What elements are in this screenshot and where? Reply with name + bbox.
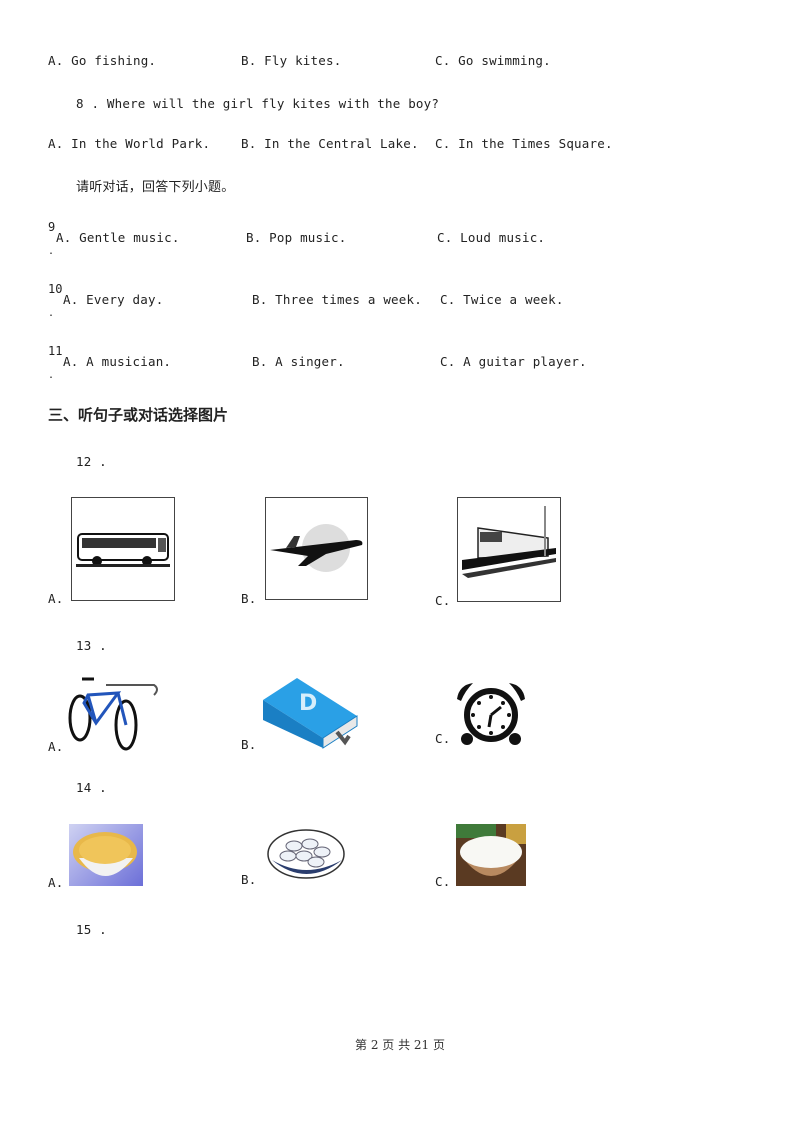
q9-dot: . bbox=[48, 246, 55, 257]
q13-image-bicycle[interactable] bbox=[66, 673, 161, 753]
page-number: 第 2 页 共 21 页 bbox=[355, 1038, 445, 1052]
airplane-icon bbox=[270, 524, 363, 572]
q12-image-bus[interactable] bbox=[71, 497, 175, 601]
dumplings-plate-icon bbox=[267, 829, 345, 879]
q14-image-noodles[interactable] bbox=[69, 824, 143, 886]
q14-label-c: C. bbox=[435, 874, 451, 889]
q7-option-c: C. Go swimming. bbox=[435, 53, 551, 68]
alarm-clock-icon bbox=[457, 683, 525, 745]
q13-image-alarm-clock[interactable] bbox=[455, 681, 527, 745]
bus-icon bbox=[76, 533, 170, 567]
q11-number: 11 bbox=[48, 344, 63, 358]
q13-image-dictionary[interactable]: D bbox=[261, 676, 359, 750]
q14-number: 14 . bbox=[76, 780, 107, 795]
q12-number: 12 . bbox=[76, 454, 107, 469]
q8-option-b: B. In the Central Lake. bbox=[241, 136, 419, 151]
listening-instruction: 请听对话，回答下列小题。 bbox=[76, 180, 235, 195]
q14-image-dumplings[interactable] bbox=[264, 826, 346, 882]
rice-bowl-icon bbox=[456, 824, 526, 876]
q12-label-a: A. bbox=[48, 591, 64, 606]
q11-dot: . bbox=[48, 370, 55, 381]
train-icon bbox=[462, 506, 556, 578]
svg-text:D: D bbox=[299, 691, 317, 716]
q11-option-c: C. A guitar player. bbox=[440, 354, 587, 369]
q12-image-train[interactable] bbox=[457, 497, 561, 602]
q9-option-a: A. Gentle music. bbox=[56, 230, 180, 245]
q12-label-b: B. bbox=[241, 591, 257, 606]
q11-option-b: B. A singer. bbox=[252, 354, 345, 369]
q13-label-b: B. bbox=[241, 737, 257, 752]
q10-option-c: C. Twice a week. bbox=[440, 292, 564, 307]
q12-image-airplane[interactable] bbox=[265, 497, 368, 600]
noodles-bowl-icon bbox=[73, 832, 137, 876]
q8-option-a: A. In the World Park. bbox=[48, 136, 211, 151]
q9-option-b: B. Pop music. bbox=[246, 230, 347, 245]
q13-number: 13 . bbox=[76, 638, 107, 653]
q10-number: 10 bbox=[48, 282, 63, 296]
q8-option-c: C. In the Times Square. bbox=[435, 136, 613, 151]
dictionary-icon: D bbox=[263, 678, 358, 749]
q14-label-a: A. bbox=[48, 875, 64, 890]
q7-option-b: B. Fly kites. bbox=[241, 53, 342, 68]
q8-question: 8 . Where will the girl fly kites with t… bbox=[76, 96, 440, 111]
q12-label-c: C. bbox=[435, 593, 451, 608]
q14-label-b: B. bbox=[241, 872, 257, 887]
section-3-title: 三、听句子或对话选择图片 bbox=[48, 406, 229, 424]
q10-option-a: A. Every day. bbox=[63, 292, 164, 307]
q9-option-c: C. Loud music. bbox=[437, 230, 546, 245]
bicycle-icon bbox=[68, 677, 158, 751]
q15-number: 15 . bbox=[76, 922, 107, 937]
q9-number: 9 bbox=[48, 220, 56, 234]
q7-option-a: A. Go fishing. bbox=[48, 53, 157, 68]
q10-dot: . bbox=[48, 308, 55, 319]
q11-option-a: A. A musician. bbox=[63, 354, 172, 369]
q14-image-rice[interactable] bbox=[456, 824, 526, 886]
q13-label-a: A. bbox=[48, 739, 64, 754]
q13-label-c: C. bbox=[435, 731, 451, 746]
q10-option-b: B. Three times a week. bbox=[252, 292, 422, 307]
